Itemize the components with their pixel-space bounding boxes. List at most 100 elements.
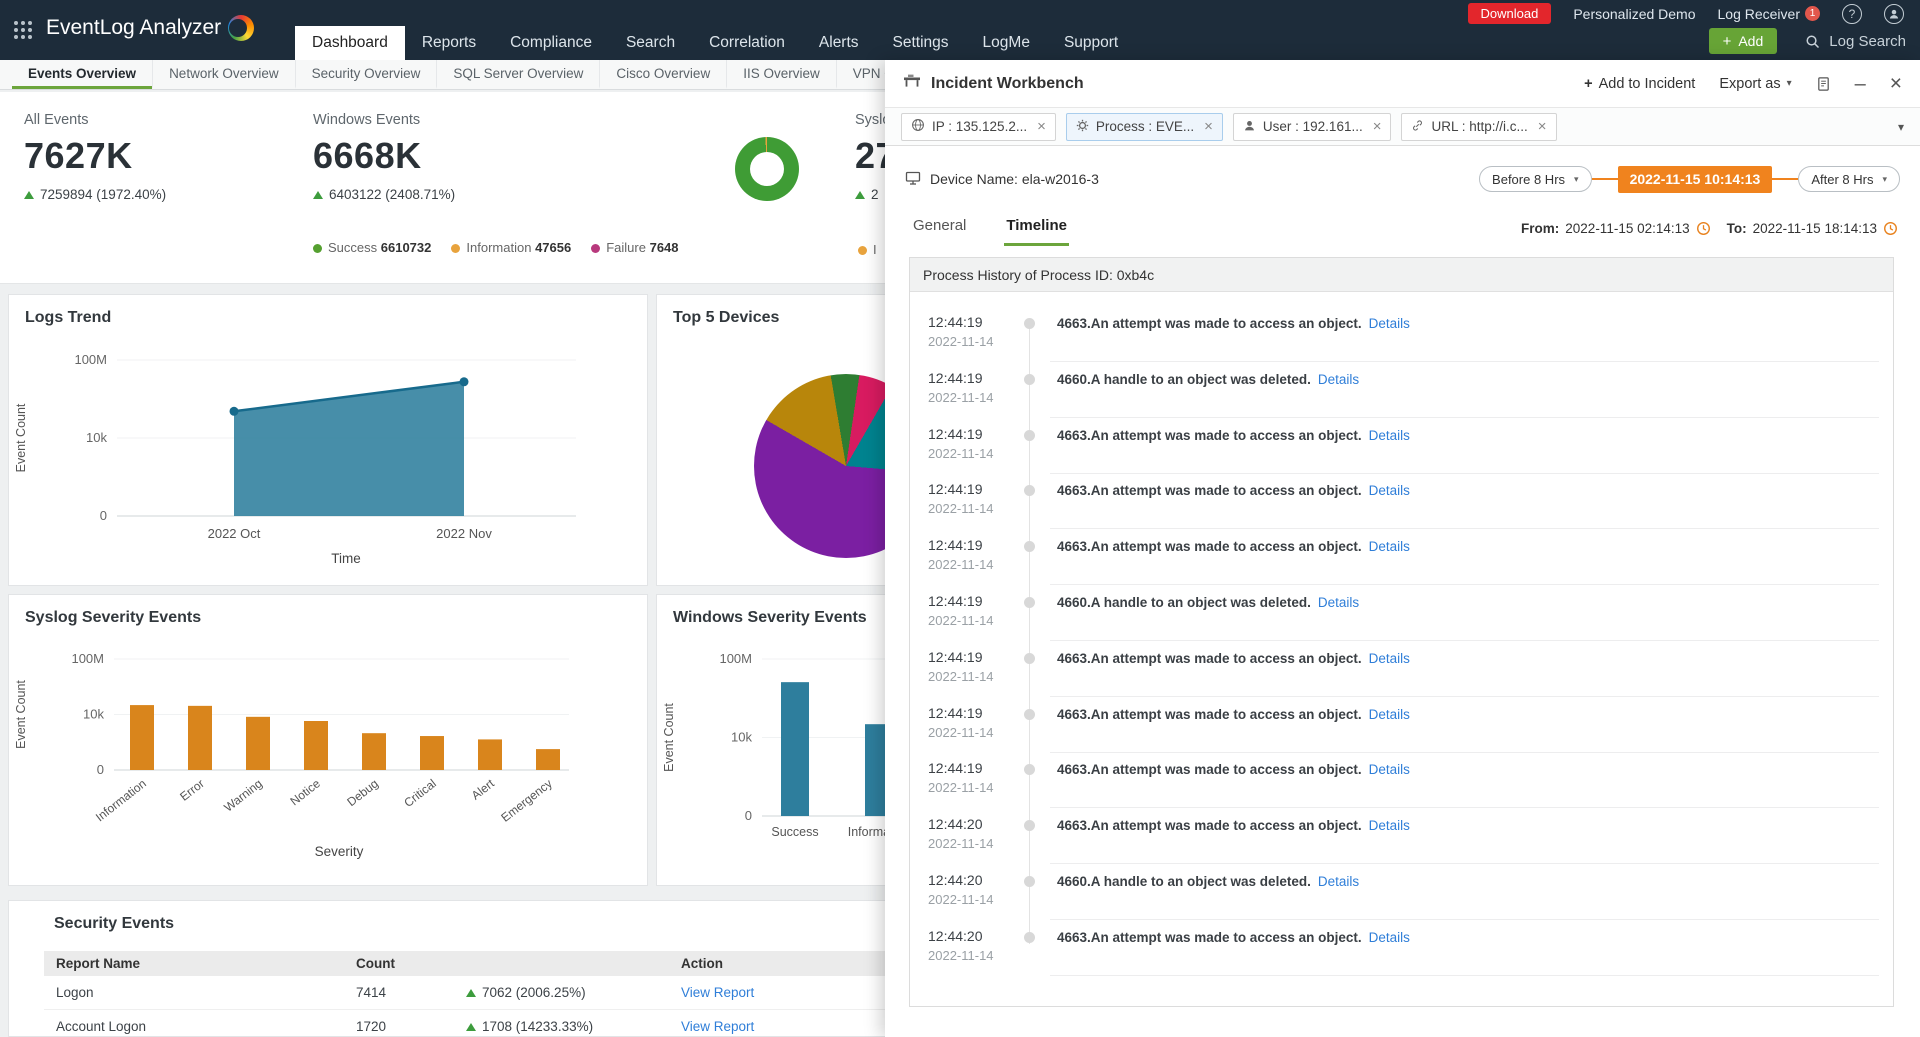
- log-receiver-link[interactable]: Log Receiver 1: [1717, 5, 1820, 22]
- export-as-button[interactable]: Export as ▾: [1719, 76, 1791, 92]
- workbench-tab-ip-135-125-2[interactable]: IP : 135.125.2... ×: [901, 112, 1056, 141]
- close-icon[interactable]: ×: [1890, 73, 1902, 94]
- workbench-tab-process-eve[interactable]: Process : EVE... ×: [1065, 112, 1223, 141]
- panel-title: Security Events: [54, 915, 175, 932]
- app-grid-icon[interactable]: [12, 19, 34, 41]
- workbench-tab-user-192-161[interactable]: User : 192.161... ×: [1232, 112, 1392, 141]
- tab-close-icon[interactable]: ×: [1538, 118, 1547, 135]
- details-link[interactable]: Details: [1318, 595, 1359, 610]
- details-link[interactable]: Details: [1369, 930, 1410, 945]
- details-link[interactable]: Details: [1369, 651, 1410, 666]
- tab-general[interactable]: General: [911, 217, 968, 246]
- details-link[interactable]: Details: [1318, 372, 1359, 387]
- add-button[interactable]: + Add: [1708, 28, 1778, 54]
- workbench-tab-url-http-i-c[interactable]: URL : http://i.c... ×: [1401, 112, 1557, 141]
- legend-label: Information: [466, 240, 532, 255]
- nav-item-reports[interactable]: Reports: [405, 26, 493, 60]
- overview-tab-sql-server-overview[interactable]: SQL Server Overview: [436, 60, 599, 89]
- timeline-dot: [1024, 541, 1035, 553]
- legend-value: 7648: [649, 240, 679, 255]
- timeline-event-row: 12:44:19 2022-11-14 4663.An attempt was ma…: [910, 529, 1893, 586]
- tab-close-icon[interactable]: ×: [1204, 118, 1213, 135]
- details-link[interactable]: Details: [1369, 428, 1410, 443]
- delta-text: 7259894 (1972.40%): [40, 187, 167, 202]
- timeline-dot: [1024, 429, 1035, 441]
- device-icon: [905, 170, 921, 189]
- event-time: 12:44:19 2022-11-14: [928, 537, 994, 573]
- timeline-dot: [1024, 708, 1035, 720]
- log-receiver-label: Log Receiver: [1717, 5, 1801, 22]
- export-report-icon[interactable]: [1816, 76, 1831, 92]
- nav-item-support[interactable]: Support: [1047, 26, 1135, 60]
- event-text: 4660.A handle to an object was deleted. D…: [1057, 371, 1360, 387]
- nav-item-logme[interactable]: LogMe: [966, 26, 1047, 60]
- logo-text: EventLog Analyzer: [46, 16, 222, 39]
- overview-tab-cisco-overview[interactable]: Cisco Overview: [599, 60, 726, 89]
- tab-overflow-caret[interactable]: ▾: [1898, 120, 1904, 134]
- syslog-severity-chart: 0 10k 100M Information Error Warning Notice Deb…: [9, 633, 629, 888]
- clock-icon[interactable]: [1696, 221, 1711, 236]
- tab-timeline[interactable]: Timeline: [1004, 217, 1069, 246]
- workbench-icon: [903, 73, 921, 94]
- help-icon[interactable]: ?: [1842, 3, 1862, 24]
- timeline-event-row: 12:44:19 2022-11-14 4663.An attempt was ma…: [910, 473, 1893, 530]
- chevron-down-icon: ▾: [1882, 173, 1887, 184]
- tab-close-icon[interactable]: ×: [1373, 118, 1382, 135]
- details-link[interactable]: Details: [1369, 762, 1410, 777]
- before-hours-dropdown[interactable]: Before 8 Hrs ▾: [1479, 166, 1592, 192]
- event-date: 2022-11-14: [928, 668, 994, 684]
- timeline-event-row: 12:44:20 2022-11-14 4663.An attempt was ma…: [910, 920, 1893, 976]
- pivot-time-chip[interactable]: 2022-11-15 10:14:13: [1617, 165, 1773, 193]
- svg-text:Debug: Debug: [344, 776, 380, 809]
- event-time: 12:44:19 2022-11-14: [928, 593, 994, 628]
- minimize-icon[interactable]: –: [1855, 74, 1866, 94]
- download-button[interactable]: Download: [1467, 3, 1552, 24]
- details-link[interactable]: Details: [1369, 539, 1410, 554]
- event-date: 2022-11-14: [928, 445, 994, 461]
- overview-tab-iis-overview[interactable]: IIS Overview: [726, 60, 836, 89]
- event-text: 4663.An attempt was made to access an ob…: [1057, 483, 1410, 499]
- tab-close-icon[interactable]: ×: [1037, 118, 1046, 135]
- clock-icon[interactable]: [1883, 221, 1898, 236]
- overview-tab-events-overview[interactable]: Events Overview: [12, 60, 153, 89]
- col-report-name: Report Name: [56, 956, 141, 971]
- details-link[interactable]: Details: [1318, 874, 1359, 889]
- timeline-list: 12:44:19 2022-11-14 4663.An attempt was ma…: [910, 292, 1893, 1006]
- event-date: 2022-11-14: [928, 501, 994, 517]
- details-link[interactable]: Details: [1369, 818, 1410, 833]
- utility-bar: Download Personalized Demo Log Receiver 1…: [1467, 0, 1904, 27]
- legend-value: 47656: [535, 240, 572, 255]
- personalized-demo-link[interactable]: Personalized Demo: [1573, 6, 1695, 22]
- details-link[interactable]: Details: [1369, 707, 1410, 722]
- up-arrow-icon: [466, 988, 476, 997]
- nav-item-dashboard[interactable]: Dashboard: [295, 26, 405, 60]
- svg-text:Information: Information: [93, 776, 149, 824]
- nav-item-settings[interactable]: Settings: [876, 26, 966, 60]
- overview-tab-security-overview[interactable]: Security Overview: [294, 60, 437, 89]
- nav-item-compliance[interactable]: Compliance: [493, 26, 609, 60]
- report-delta: 7062 (2006.25%): [466, 985, 681, 1000]
- timeline-event-row: 12:44:20 2022-11-14 4660.A handle to an ob…: [910, 864, 1893, 920]
- workbench-header: Incident Workbench + Add to Incident Expo…: [885, 60, 1920, 108]
- stat-all-events: All Events 7627K 7259894 (1972.40%): [24, 112, 166, 202]
- after-hours-dropdown[interactable]: After 8 Hrs ▾: [1798, 166, 1900, 192]
- profile-icon[interactable]: [1884, 3, 1904, 24]
- timeline-event-row: 12:44:20 2022-11-14 4663.An attempt was ma…: [910, 808, 1893, 865]
- legend-dot: [451, 244, 461, 253]
- nav-item-search[interactable]: Search: [609, 26, 692, 60]
- log-search-button[interactable]: Log Search: [1805, 33, 1906, 50]
- app-logo[interactable]: EventLog Analyzer: [46, 15, 255, 41]
- add-to-incident-button[interactable]: + Add to Incident: [1584, 76, 1695, 92]
- nav-item-alerts[interactable]: Alerts: [802, 26, 876, 60]
- nav-item-correlation[interactable]: Correlation: [692, 26, 802, 60]
- timeline-event-row: 12:44:19 2022-11-14 4663.An attempt was ma…: [910, 418, 1893, 474]
- event-text: 4660.A handle to an object was deleted. D…: [1057, 874, 1360, 889]
- timeline-event-row: 12:44:19 2022-11-14 4663.An attempt was ma…: [910, 641, 1893, 697]
- details-link[interactable]: Details: [1369, 316, 1410, 331]
- incident-workbench-panel: Incident Workbench + Add to Incident Expo…: [885, 60, 1920, 1037]
- entity-tab-bar: IP : 135.125.2... × Process : EVE... × User …: [885, 108, 1920, 146]
- event-text: 4663.An attempt was made to access an ob…: [1057, 762, 1410, 778]
- overview-tab-network-overview[interactable]: Network Overview: [152, 60, 295, 89]
- legend-dot: [591, 244, 601, 253]
- details-link[interactable]: Details: [1369, 483, 1410, 498]
